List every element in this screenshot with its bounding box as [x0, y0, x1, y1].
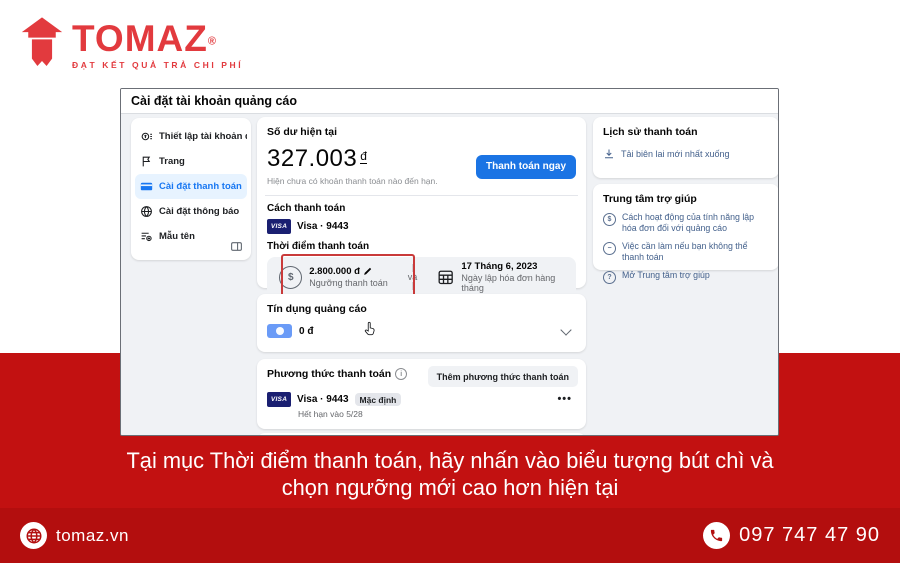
default-badge: Mặc định: [355, 393, 402, 406]
ad-credit-card[interactable]: Tín dụng quảng cáo 0 đ: [257, 294, 586, 352]
caption-line-1: Tại mục Thời điểm thanh toán, hãy nhấn v…: [14, 447, 887, 474]
help-link-billing[interactable]: $ Cách hoạt động của tính năng lập hóa đ…: [603, 212, 769, 234]
help-heading: Trung tâm trợ giúp: [603, 193, 769, 205]
sidebar-item-label: Trang: [159, 156, 185, 167]
more-options-icon[interactable]: •••: [557, 393, 572, 405]
payment-methods-card: Phương thức thanh toán i Thêm phương thứ…: [257, 359, 586, 429]
collapse-sidebar-icon[interactable]: [230, 240, 243, 253]
credit-card-icon: [140, 180, 153, 193]
payment-history-card: Lịch sử thanh toán Tải biên lai mới nhất…: [593, 117, 779, 178]
hand-cursor-icon: [362, 320, 377, 338]
footer-phone[interactable]: 097 747 47 90: [703, 522, 880, 549]
help-link-open-help-center[interactable]: ? Mở Trung tâm trợ giúp: [603, 270, 769, 284]
globe-icon: [140, 205, 153, 218]
screenshot-title: Cài đặt tài khoản quảng cáo: [121, 89, 778, 114]
threshold-amount: 2.800.000 đ: [309, 266, 360, 277]
ad-credit-badge: [267, 324, 292, 338]
card-number-label: Visa · 9443: [297, 221, 349, 232]
footer-bar: tomaz.vn 097 747 47 90: [0, 508, 900, 563]
tomaz-house-icon: [20, 16, 64, 72]
globe-icon: [20, 522, 47, 549]
download-receipt-link[interactable]: Tải biên lai mới nhất xuống: [603, 148, 769, 160]
coin-icon: [276, 327, 284, 335]
sidebar-item-payment-settings[interactable]: Cài đặt thanh toán: [135, 174, 247, 199]
billing-help-icon: $: [603, 213, 616, 226]
phone-icon: [703, 522, 730, 549]
payment-threshold[interactable]: $ 2.800.000 đ Ngưỡng thanh toán: [267, 266, 400, 289]
payment-method-row: VISA Visa · 9443 Mặc định: [267, 392, 576, 407]
chevron-down-icon[interactable]: [560, 324, 571, 335]
help-link-cant-pay[interactable]: − Việc cần làm nếu bạn không thể thanh t…: [603, 241, 769, 263]
ads-settings-screenshot: Cài đặt tài khoản quảng cáo Thiết lập tà…: [120, 88, 779, 436]
brand-name: TOMAZ: [72, 18, 208, 59]
currency-symbol: đ: [360, 149, 367, 164]
pay-now-button[interactable]: Thanh toán ngay: [476, 155, 576, 179]
balance-card: Số dư hiện tại 327.003đ Hiện chưa có kho…: [257, 117, 586, 288]
registered-mark: ®: [208, 36, 216, 48]
edit-pencil-icon[interactable]: [363, 267, 372, 276]
billing-time-heading: Thời điểm thanh toán: [267, 241, 576, 252]
billing-date: 17 Tháng 6, 2023: [461, 261, 576, 272]
add-payment-method-button[interactable]: Thêm phương thức thanh toán: [428, 366, 578, 387]
history-heading: Lịch sử thanh toán: [603, 126, 769, 138]
spending-limit-card-partial: Giới hạn chi tiêu cho tài khoản: [257, 433, 586, 436]
sidebar-item-label: Mẫu tên: [159, 231, 195, 242]
gear-coin-icon: [140, 130, 153, 143]
footer-website[interactable]: tomaz.vn: [20, 522, 129, 549]
tomaz-logo: TOMAZ® ĐẠT KẾT QUẢ TRẢ CHI PHÍ: [20, 16, 243, 72]
payment-way-card: VISA Visa · 9443: [267, 219, 576, 234]
info-icon[interactable]: i: [395, 368, 407, 380]
payment-methods-heading: Phương thức thanh toán: [267, 368, 391, 380]
sidebar-item-label: Cài đặt thanh toán: [159, 181, 242, 192]
divider: [265, 195, 578, 196]
sidebar-item-notification-settings[interactable]: Cài đặt thông báo: [135, 199, 247, 224]
billing-date-label: Ngày lập hóa đơn hàng tháng: [461, 273, 576, 293]
billing-date-group: 17 Tháng 6, 2023 Ngày lập hóa đơn hàng t…: [461, 261, 576, 293]
flag-icon: [140, 155, 153, 168]
settings-sidebar: Thiết lập tài khoản q... Trang Cài đặt t…: [131, 118, 251, 260]
help-center-card: Trung tâm trợ giúp $ Cách hoạt động của …: [593, 184, 779, 270]
card-number-label: Visa · 9443: [297, 394, 349, 405]
name-template-icon: [140, 230, 153, 243]
minus-circle-icon: −: [603, 242, 616, 255]
ad-credit-heading: Tín dụng quảng cáo: [267, 303, 576, 315]
question-circle-icon: ?: [603, 271, 616, 284]
sidebar-item-pages[interactable]: Trang: [135, 149, 247, 174]
screenshot-body: Thiết lập tài khoản q... Trang Cài đặt t…: [121, 114, 778, 435]
page: TOMAZ® ĐẠT KẾT QUẢ TRẢ CHI PHÍ Cài đặt t…: [0, 0, 900, 563]
caption-line-2: chọn ngưỡng mới cao hơn hiện tại: [14, 474, 887, 501]
ad-credit-row: 0 đ: [267, 324, 576, 338]
card-expiry: Hết hạn vào 5/28: [298, 409, 576, 419]
sidebar-item-label: Cài đặt thông báo: [159, 206, 239, 217]
visa-logo: VISA: [267, 392, 291, 407]
sidebar-item-account-setup[interactable]: Thiết lập tài khoản q...: [135, 124, 247, 149]
billing-calendar-icon: [437, 268, 454, 286]
tutorial-caption: Tại mục Thời điểm thanh toán, hãy nhấn v…: [14, 447, 887, 501]
website-label: tomaz.vn: [56, 526, 129, 546]
download-icon: [603, 148, 615, 160]
dollar-circle-icon: $: [279, 266, 302, 289]
billing-time-box: $ 2.800.000 đ Ngưỡng thanh toán: [267, 257, 576, 297]
payment-way-heading: Cách thanh toán: [267, 203, 576, 214]
sidebar-item-label: Thiết lập tài khoản q...: [159, 131, 247, 142]
and-separator: và: [400, 264, 425, 290]
threshold-label: Ngưỡng thanh toán: [309, 278, 387, 288]
ad-credit-amount: 0 đ: [299, 326, 313, 337]
balance-heading: Số dư hiện tại: [267, 126, 576, 138]
brand-tagline: ĐẠT KẾT QUẢ TRẢ CHI PHÍ: [72, 60, 243, 70]
phone-number: 097 747 47 90: [739, 524, 880, 547]
visa-logo: VISA: [267, 219, 291, 234]
